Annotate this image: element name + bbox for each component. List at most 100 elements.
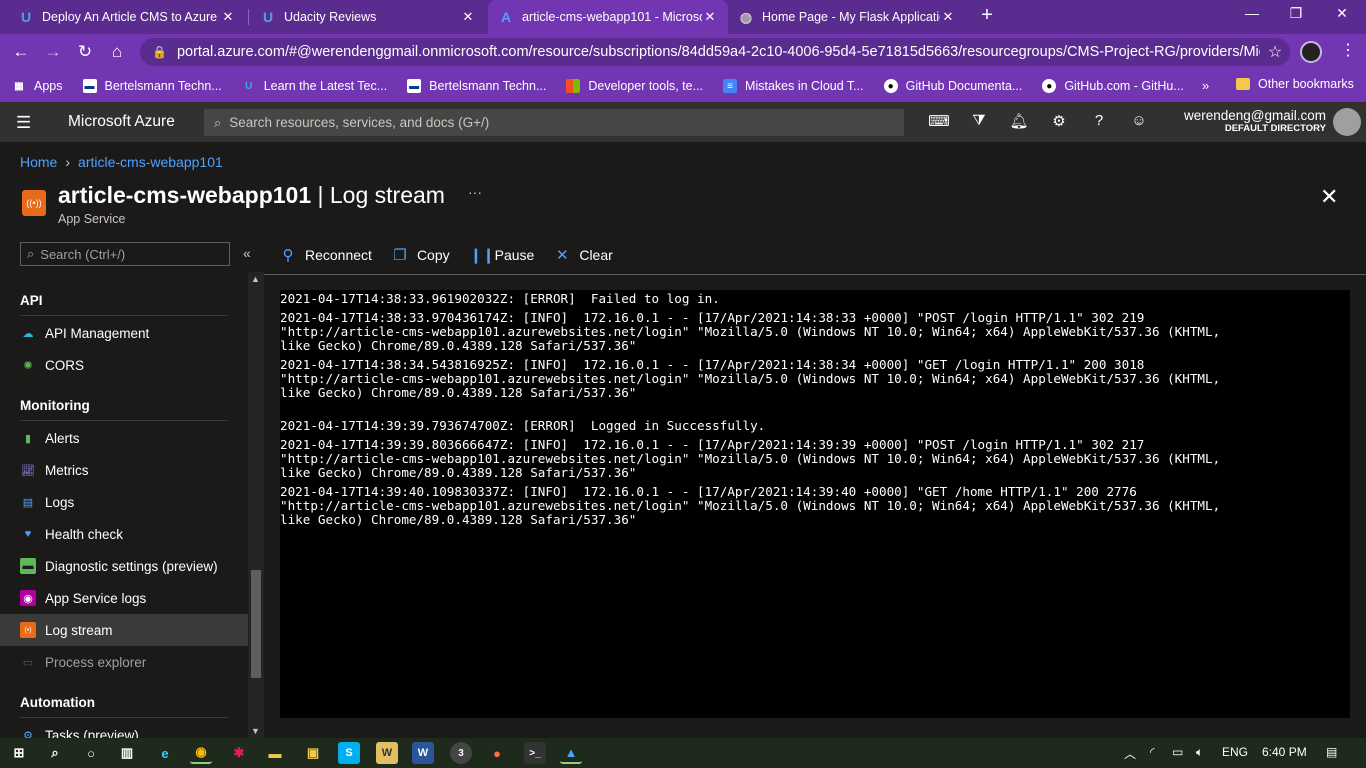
browser-tab-3[interactable]: A article-cms-webapp101 - Microso ✕ (488, 0, 728, 34)
reload-icon[interactable]: ↻ (74, 41, 96, 63)
nav-item-alerts[interactable]: ▮ Alerts (0, 422, 248, 454)
restore-icon[interactable]: ❐ (1286, 5, 1306, 22)
nav-item-log-stream[interactable]: (•) Log stream (0, 614, 248, 646)
breadcrumb-resource[interactable]: article-cms-webapp101 (78, 154, 223, 170)
section-heading-monitoring: Monitoring (20, 398, 90, 413)
clear-button[interactable]: ✕ Clear (554, 246, 613, 264)
notifications-icon[interactable]: 🔔︎ (1008, 112, 1030, 134)
breadcrumb-home[interactable]: Home (20, 154, 57, 170)
firefox-icon[interactable]: ● (486, 742, 508, 764)
global-search-input[interactable]: ⌕ Search resources, services, and docs (… (204, 109, 904, 136)
scroll-down-icon[interactable]: ▼ (251, 726, 260, 736)
app-icon[interactable]: 3 (450, 742, 472, 764)
divider (20, 717, 228, 718)
bookmark-item[interactable]: Developer tools, te... (566, 79, 703, 93)
skype-icon[interactable]: S (338, 742, 360, 764)
directory-filter-icon[interactable]: ⧩ (968, 112, 990, 134)
windows-start-icon[interactable]: ⊞ (8, 742, 30, 764)
clock[interactable]: 6:40 PM (1262, 745, 1307, 759)
nav-item-label: App Service logs (45, 590, 147, 606)
scrollbar-thumb[interactable] (251, 570, 261, 678)
store-icon[interactable]: ▣ (302, 742, 324, 764)
settings-gear-icon[interactable]: ⚙ (1048, 112, 1070, 134)
slack-icon[interactable]: ✱ (228, 742, 250, 764)
close-tab-icon[interactable]: ✕ (940, 9, 956, 25)
resource-menu-scrollbar[interactable]: ▲ ▼ (248, 272, 264, 738)
nav-item-label: Log stream (45, 622, 113, 638)
terminal-icon[interactable]: >_ (524, 742, 546, 764)
bookmark-apps[interactable]: ▦ Apps (12, 79, 62, 93)
home-icon[interactable]: ⌂ (106, 41, 128, 63)
search-icon[interactable]: ⌕ (44, 742, 66, 764)
action-center-icon[interactable]: ▤ (1326, 745, 1337, 759)
nav-item-metrics[interactable]: 📈︎ Metrics (0, 454, 248, 486)
avatar[interactable] (1333, 108, 1361, 136)
browser-tab-4[interactable]: ◍ Home Page - My Flask Applicatio ✕ (728, 0, 966, 34)
close-tab-icon[interactable]: ✕ (702, 9, 718, 25)
back-icon[interactable]: ← (10, 41, 32, 63)
battery-icon[interactable]: ▭ (1172, 745, 1183, 759)
minimize-icon[interactable]: — (1242, 5, 1262, 21)
metrics-icon: 📈︎ (21, 464, 35, 477)
app-service-logs-icon: ◉ (20, 590, 36, 606)
reconnect-button[interactable]: ⚲ Reconnect (280, 246, 372, 264)
file-explorer-icon[interactable]: ▬ (264, 742, 286, 764)
bookmark-star-icon[interactable]: ☆ (1260, 42, 1290, 62)
nav-item-cors[interactable]: ✺ CORS (0, 349, 248, 381)
copy-label: Copy (416, 247, 450, 263)
collapse-menu-icon[interactable]: « (243, 245, 251, 261)
cloud-shell-icon[interactable]: ⌨ (928, 112, 950, 134)
copy-button[interactable]: ❐ Copy (392, 246, 450, 264)
volume-icon[interactable]: 🔈︎ (1196, 745, 1203, 760)
nav-item-process-explorer[interactable]: ▭ Process explorer (0, 646, 248, 678)
chrome-icon[interactable]: ◉ (190, 742, 212, 764)
bookmark-item[interactable]: ● GitHub.com - GitHu... (1042, 79, 1184, 93)
bookmark-item[interactable]: U Learn the Latest Tec... (242, 79, 387, 93)
nav-item-health-check[interactable]: ♥ Health check (0, 518, 248, 550)
task-view-icon[interactable]: ▥ (116, 742, 138, 764)
writer-icon[interactable]: W (376, 742, 398, 764)
more-options-icon[interactable]: ··· (468, 184, 482, 200)
nav-item-label: Health check (45, 526, 124, 542)
browser-tab-1[interactable]: U Deploy An Article CMS to Azure - ✕ (8, 0, 246, 34)
log-stream-console[interactable]: 2021-04-17T14:38:33.961902032Z: [ERROR] … (280, 290, 1350, 718)
window-close-icon[interactable]: ✕ (1332, 5, 1352, 22)
word-icon[interactable]: W (412, 742, 434, 764)
new-tab-button[interactable]: + (976, 4, 998, 28)
browser-menu-icon[interactable]: ⋮ (1340, 40, 1356, 60)
nav-item-label: Metrics (45, 462, 89, 478)
account-info[interactable]: werendeng@gmail.com DEFAULT DIRECTORY (1140, 108, 1326, 134)
nav-item-app-service-logs[interactable]: ◉ App Service logs (0, 582, 248, 614)
account-directory: DEFAULT DIRECTORY (1224, 123, 1326, 134)
close-blade-icon[interactable]: ✕ (1320, 184, 1338, 210)
pause-button[interactable]: ❙❙ Pause (470, 246, 535, 264)
close-tab-icon[interactable]: ✕ (220, 9, 236, 25)
resource-menu-search[interactable]: ⌕ Search (Ctrl+/) (20, 242, 230, 266)
scroll-up-icon[interactable]: ▲ (251, 274, 260, 284)
address-bar[interactable]: 🔒 portal.azure.com/#@werendenggmail.onmi… (140, 38, 1290, 66)
close-tab-icon[interactable]: ✕ (460, 9, 476, 25)
wifi-icon[interactable]: ◜ (1150, 745, 1155, 759)
photos-icon[interactable]: ▲ (560, 742, 582, 764)
language-indicator[interactable]: ENG (1222, 745, 1248, 759)
nav-item-diagnostic-settings[interactable]: ▬ Diagnostic settings (preview) (0, 550, 248, 582)
more-bookmarks-button[interactable]: » (1202, 78, 1209, 93)
cortana-icon[interactable]: ○ (80, 742, 102, 764)
help-icon[interactable]: ? (1088, 112, 1110, 134)
bookmark-item[interactable]: ▬ Bertelsmann Techn... (82, 79, 222, 93)
edge-icon[interactable]: e (154, 742, 176, 764)
forward-icon[interactable]: → (42, 41, 64, 63)
bookmark-item[interactable]: ● GitHub Documenta... (883, 79, 1022, 93)
bookmark-item[interactable]: ▬ Bertelsmann Techn... (407, 79, 546, 93)
chevron-up-icon[interactable]: ︿ (1124, 745, 1136, 762)
other-bookmarks[interactable]: Other bookmarks (1236, 77, 1354, 91)
nav-item-tasks[interactable]: ⚙ Tasks (preview) (0, 719, 248, 739)
process-explorer-icon: ▭ (22, 656, 34, 669)
browser-tab-2[interactable]: U Udacity Reviews ✕ (250, 0, 486, 34)
nav-item-api-management[interactable]: ☁ API Management (0, 317, 248, 349)
profile-avatar[interactable] (1300, 41, 1322, 63)
azure-brand[interactable]: Microsoft Azure (68, 113, 175, 131)
portal-menu-icon[interactable]: ☰ (16, 113, 31, 133)
bookmark-item[interactable]: ≡ Mistakes in Cloud T... (723, 79, 864, 93)
nav-item-logs[interactable]: ▤ Logs (0, 486, 248, 518)
